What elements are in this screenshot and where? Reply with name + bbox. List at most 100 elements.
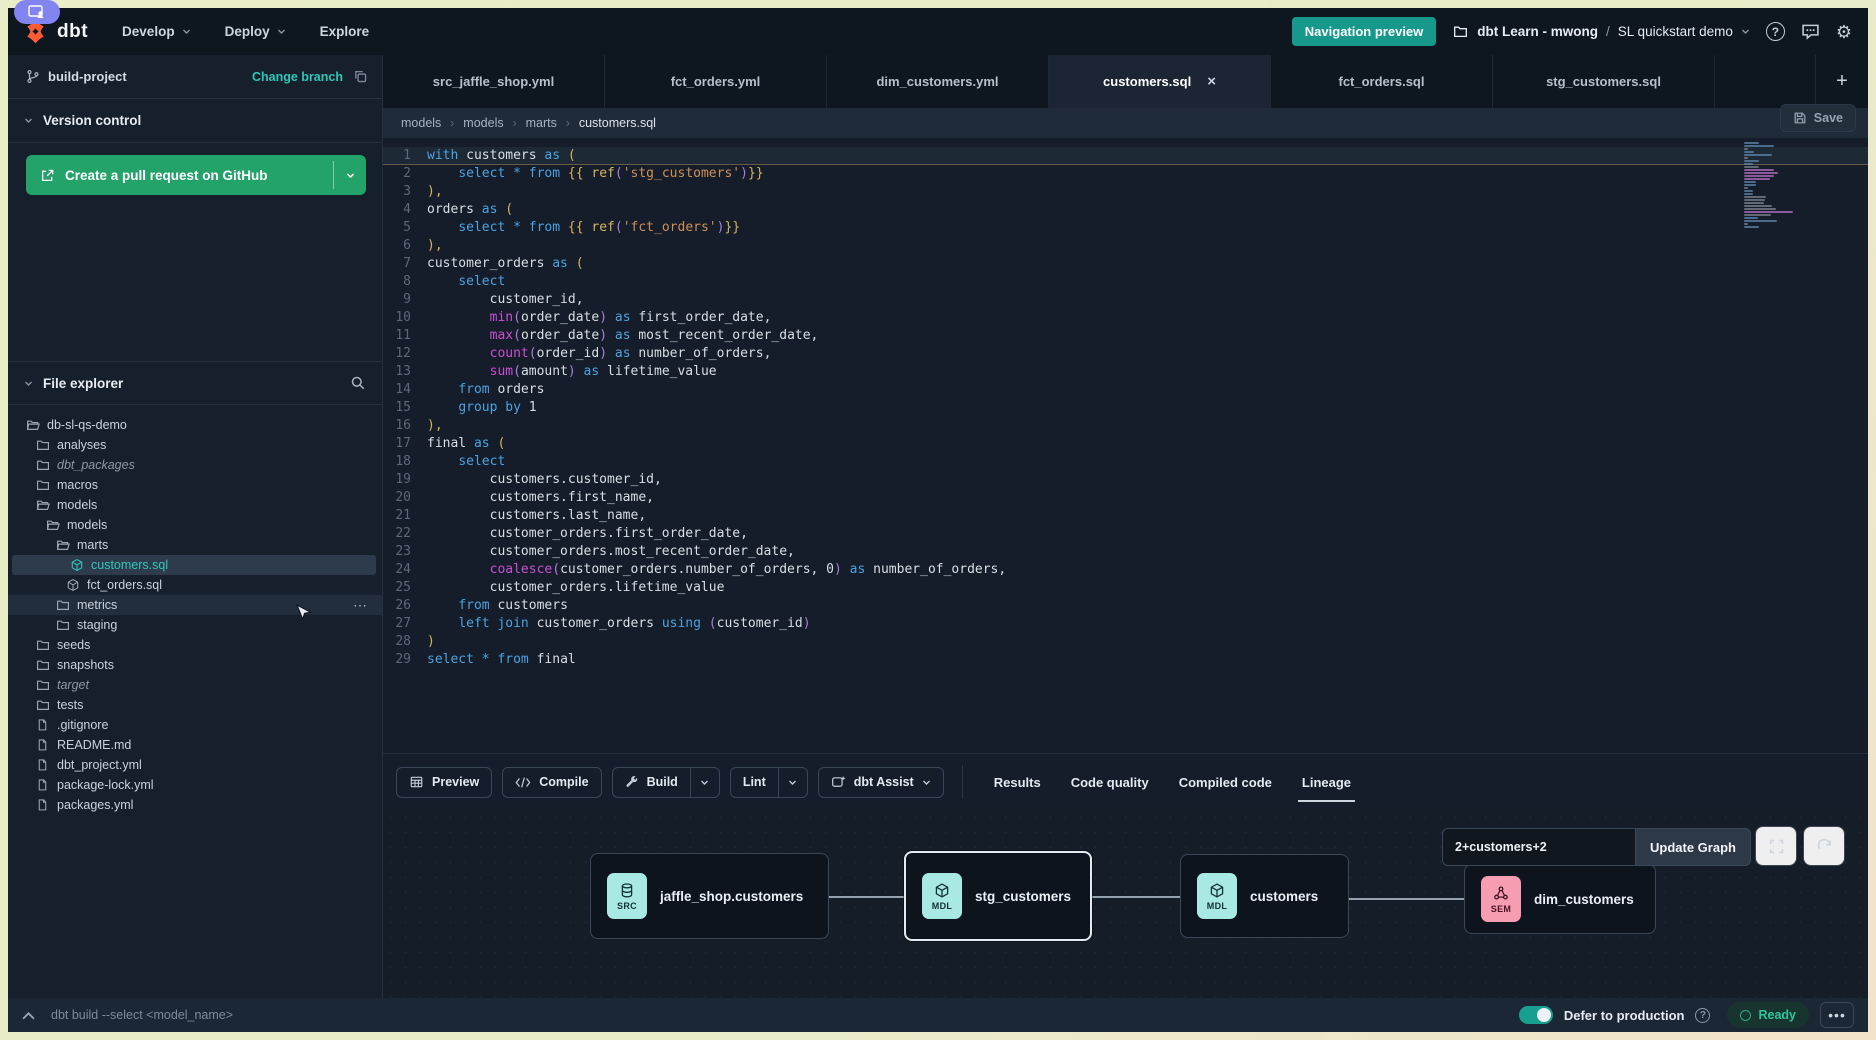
file-icon	[36, 778, 50, 792]
minimap-line	[1744, 145, 1774, 147]
copy-button[interactable]	[353, 69, 368, 84]
lineage-node-jaffle_shop.customers[interactable]: SRCjaffle_shop.customers	[590, 853, 829, 939]
nav-menu-deploy[interactable]: Deploy	[225, 24, 286, 39]
save-button[interactable]: Save	[1780, 104, 1856, 132]
minimap[interactable]	[1744, 142, 1802, 228]
feedback-button[interactable]	[1801, 23, 1820, 40]
tree-item-target[interactable]: target	[8, 675, 382, 695]
tree-item-db-sl-qs-demo[interactable]: db-sl-qs-demo	[8, 415, 382, 435]
create-pull-request-button[interactable]: Create a pull request on GitHub	[26, 155, 366, 195]
search-icon[interactable]	[350, 375, 366, 391]
command-input[interactable]: dbt build --select <model_name>	[51, 1008, 233, 1022]
line-number: 22	[383, 525, 427, 543]
lint-button[interactable]: Lint	[730, 767, 808, 798]
tree-item-snapshots[interactable]: snapshots	[8, 655, 382, 675]
settings-button[interactable]: ⚙	[1836, 23, 1852, 41]
close-tab-icon[interactable]: ×	[1207, 73, 1216, 90]
lint-dropdown-button[interactable]	[779, 768, 807, 797]
lineage-selector-input[interactable]: 2+customers+2	[1442, 828, 1635, 866]
preview-button[interactable]: Preview	[396, 767, 492, 798]
panel-tab-code-quality[interactable]: Code quality	[1071, 754, 1149, 810]
breadcrumb-item[interactable]: models	[463, 116, 503, 130]
build-dropdown-button[interactable]	[691, 768, 719, 797]
breadcrumb-item[interactable]: customers.sql	[579, 116, 656, 130]
more-options-button[interactable]: •••	[1820, 1002, 1854, 1028]
panel-tab-compiled-code[interactable]: Compiled code	[1179, 754, 1272, 810]
main-area: build-project Change branch Version cont…	[8, 55, 1868, 998]
fullscreen-button[interactable]	[1755, 826, 1797, 866]
editor-tab-src_jaffle_shop.yml[interactable]: src_jaffle_shop.yml	[383, 55, 605, 108]
file-explorer-header[interactable]: File explorer	[8, 361, 382, 405]
tree-item-seeds[interactable]: seeds	[8, 635, 382, 655]
tree-item-README.md[interactable]: README.md	[8, 735, 382, 755]
file-icon	[36, 758, 50, 772]
line-number: 3	[383, 183, 427, 201]
code-line: 25 customer_orders.lifetime_value	[383, 579, 1868, 597]
lineage-node-customers[interactable]: MDLcustomers	[1180, 854, 1349, 938]
tree-item-models[interactable]: models	[8, 515, 382, 535]
status-badge[interactable]: Ready	[1727, 1002, 1809, 1028]
code-icon	[515, 776, 531, 789]
folder-open-icon	[46, 518, 60, 532]
panel-tab-results[interactable]: Results	[994, 754, 1041, 810]
editor-tab-dim_customers.yml[interactable]: dim_customers.yml	[827, 55, 1049, 108]
tree-item-staging[interactable]: staging	[8, 615, 382, 635]
tree-item-dbt_project.yml[interactable]: dbt_project.yml	[8, 755, 382, 775]
dbt-assist-button[interactable]: dbt Assist	[818, 767, 944, 798]
build-button[interactable]: Build	[612, 767, 720, 798]
line-number: 25	[383, 579, 427, 597]
pr-dropdown-button[interactable]	[334, 155, 366, 195]
navigation-preview-button[interactable]: Navigation preview	[1292, 17, 1436, 46]
new-tab-button[interactable]: +	[1816, 55, 1868, 108]
line-number: 14	[383, 381, 427, 399]
change-branch-link[interactable]: Change branch	[252, 70, 343, 84]
update-graph-button[interactable]: Update Graph	[1635, 828, 1751, 866]
minimap-line	[1744, 163, 1753, 165]
code-editor[interactable]: 1with customers as (2 select * from {{ r…	[383, 138, 1868, 753]
code-line: 19 customers.customer_id,	[383, 471, 1868, 489]
lineage-node-dim_customers[interactable]: SEMdim_customers	[1464, 864, 1656, 934]
code-line: 20 customers.first_name,	[383, 489, 1868, 507]
refresh-button[interactable]	[1803, 826, 1845, 866]
code-text: ),	[427, 417, 443, 435]
item-menu-button[interactable]: ⋯	[353, 597, 368, 614]
tree-item-marts[interactable]: marts	[8, 535, 382, 555]
minimap-line	[1744, 142, 1759, 144]
nav-menu-explore[interactable]: Explore	[320, 24, 370, 39]
expand-command-bar-button[interactable]	[22, 1011, 35, 1020]
project-breadcrumb[interactable]: dbt Learn - mwong / SL quickstart demo	[1452, 24, 1750, 39]
compile-button[interactable]: Compile	[502, 767, 601, 798]
editor-tab-customers.sql[interactable]: customers.sql×	[1049, 55, 1271, 108]
node-label: dim_customers	[1534, 892, 1634, 907]
tree-item-fct_orders.sql[interactable]: fct_orders.sql	[8, 575, 382, 595]
tree-item-tests[interactable]: tests	[8, 695, 382, 715]
action-label: Lint	[743, 775, 766, 789]
version-control-header[interactable]: Version control	[8, 99, 382, 143]
tree-item-customers.sql[interactable]: customers.sql	[12, 555, 376, 575]
editor-tab-fct_orders.sql[interactable]: fct_orders.sql	[1271, 55, 1493, 108]
tree-item-models[interactable]: models	[8, 495, 382, 515]
minimap-line	[1744, 211, 1793, 213]
editor-tab-stg_customers.sql[interactable]: stg_customers.sql	[1493, 55, 1715, 108]
nav-menu-develop[interactable]: Develop	[122, 24, 191, 39]
cube-icon	[1209, 882, 1225, 899]
code-line: 16),	[383, 417, 1868, 435]
branch-row: build-project Change branch	[8, 55, 382, 99]
lineage-node-stg_customers[interactable]: MDLstg_customers	[904, 851, 1092, 941]
panel-tab-lineage[interactable]: Lineage	[1302, 754, 1351, 810]
breadcrumb-item[interactable]: models	[401, 116, 441, 130]
tree-item-macros[interactable]: macros	[8, 475, 382, 495]
tree-item-metrics[interactable]: metrics⋯	[8, 595, 382, 615]
tree-item-packages.yml[interactable]: packages.yml	[8, 795, 382, 815]
code-text: customer_id,	[427, 291, 584, 309]
editor-tab-fct_orders.yml[interactable]: fct_orders.yml	[605, 55, 827, 108]
tree-item-analyses[interactable]: analyses	[8, 435, 382, 455]
defer-toggle[interactable]	[1519, 1006, 1553, 1024]
info-icon[interactable]: ?	[1695, 1008, 1710, 1023]
tree-item-dbt_packages[interactable]: dbt_packages	[8, 455, 382, 475]
code-line: 17final as (	[383, 435, 1868, 453]
help-button[interactable]: ?	[1766, 22, 1785, 41]
tree-item-.gitignore[interactable]: .gitignore	[8, 715, 382, 735]
breadcrumb-item[interactable]: marts	[526, 116, 557, 130]
tree-item-package-lock.yml[interactable]: package-lock.yml	[8, 775, 382, 795]
